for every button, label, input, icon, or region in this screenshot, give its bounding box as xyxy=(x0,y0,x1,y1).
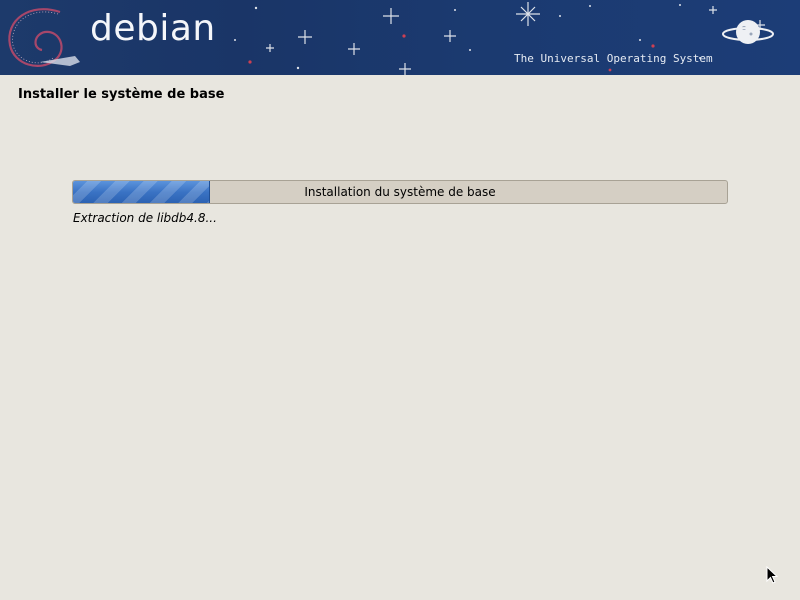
mouse-pointer-icon xyxy=(766,566,779,584)
debian-logo-text: debian xyxy=(90,8,216,49)
page-title: Installer le système de base xyxy=(18,87,225,102)
planet-icon xyxy=(722,20,774,44)
banner-tagline: The Universal Operating System xyxy=(514,52,713,65)
progress-detail-text: Extraction de libdb4.8... xyxy=(73,211,217,225)
installer-screen: debian The Universal Operating System In… xyxy=(0,0,800,600)
progress-bar: Installation du système de base xyxy=(72,180,728,204)
progress-bar-label: Installation du système de base xyxy=(304,185,496,199)
debian-banner: debian The Universal Operating System xyxy=(0,0,800,75)
debian-swirl-icon xyxy=(8,8,80,67)
